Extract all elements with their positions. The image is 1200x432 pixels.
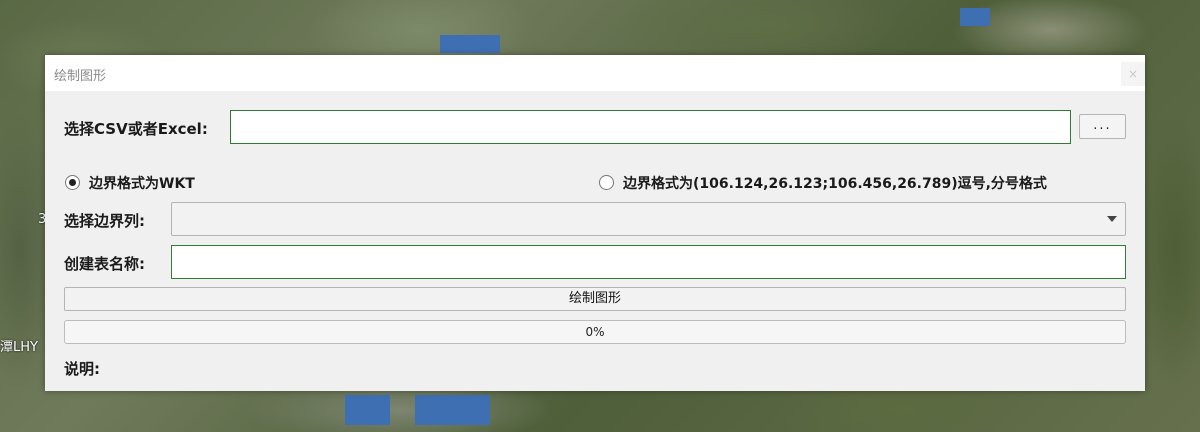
format-coords-label[interactable]: 边界格式为(106.124,26.123;106.456,26.789)逗号,分… — [623, 173, 1047, 193]
table-name-input[interactable] — [171, 245, 1126, 279]
boundary-column-select[interactable] — [171, 202, 1126, 236]
format-coords-radio[interactable] — [599, 175, 614, 190]
close-button[interactable]: × — [1121, 62, 1145, 86]
progress-text: 0% — [585, 325, 605, 339]
map-building — [345, 395, 390, 425]
title-bar: 绘制图形 × — [45, 55, 1145, 91]
draw-shape-button[interactable]: 绘制图形 — [64, 287, 1126, 311]
map-building — [415, 395, 490, 425]
map-building — [960, 8, 990, 26]
dialog-title: 绘制图形 — [54, 69, 107, 84]
draw-shape-dialog: 绘制图形 × 选择CSV或者Excel: ... 边界格式为WKT 边界格式为(… — [45, 55, 1145, 391]
chevron-down-icon[interactable] — [1107, 216, 1117, 222]
progress-bar: 0% — [64, 320, 1126, 344]
file-label: 选择CSV或者Excel: — [64, 120, 208, 138]
map-building — [440, 35, 500, 53]
browse-button[interactable]: ... — [1079, 114, 1126, 139]
file-path-input[interactable] — [230, 110, 1071, 144]
format-wkt-label[interactable]: 边界格式为WKT — [89, 173, 195, 193]
format-wkt-radio[interactable] — [65, 175, 80, 190]
map-label: 潭LHY — [0, 340, 38, 355]
table-name-label: 创建表名称: — [64, 255, 145, 273]
boundary-column-label: 选择边界列: — [64, 212, 145, 230]
note-label: 说明: — [64, 360, 100, 378]
